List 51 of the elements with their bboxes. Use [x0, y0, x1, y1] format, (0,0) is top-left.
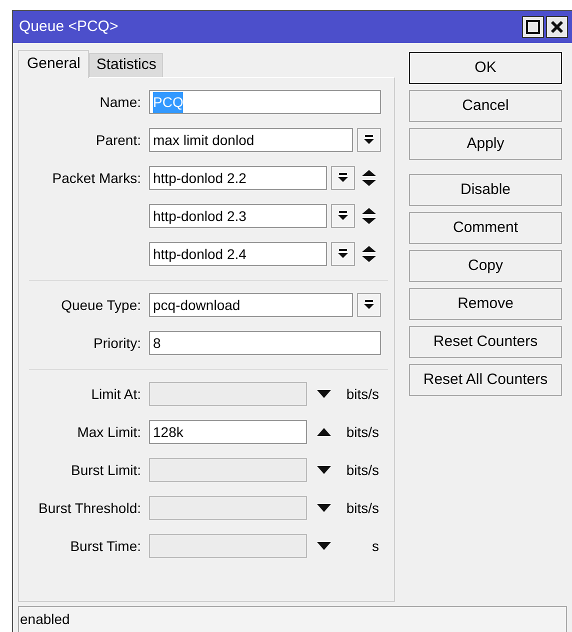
close-button[interactable]	[546, 16, 568, 38]
input-field[interactable]: http-donlod 2.2	[149, 166, 327, 190]
field-label: Limit At:	[91, 386, 141, 402]
field-label: Name:	[100, 94, 141, 110]
dialog-button[interactable]: Copy	[409, 250, 562, 282]
maximize-button[interactable]	[522, 16, 544, 38]
sort-arrows-icon[interactable]	[362, 170, 376, 186]
dropdown-arrow-icon	[364, 300, 374, 310]
unit-label: bits/s	[346, 500, 379, 516]
dialog-button[interactable]: Cancel	[409, 90, 562, 122]
dialog-button[interactable]: Comment	[409, 212, 562, 244]
field-label: Max Limit:	[77, 424, 141, 440]
dialog-button[interactable]: Reset Counters	[409, 326, 562, 358]
tab[interactable]: General	[18, 50, 90, 78]
field-label: Parent:	[96, 132, 141, 148]
unit-label: bits/s	[346, 424, 379, 440]
sort-arrows-icon[interactable]	[362, 246, 376, 262]
field-label: Packet Marks:	[52, 170, 141, 186]
input-field[interactable]: 8	[149, 331, 381, 355]
input-field[interactable]: http-donlod 2.4	[149, 242, 327, 266]
field-label: Burst Limit:	[70, 462, 141, 478]
tab[interactable]: Statistics	[89, 53, 164, 77]
field-label: Burst Time:	[70, 538, 141, 554]
dropdown-arrow-icon	[338, 211, 348, 221]
dropdown-arrow-icon	[338, 249, 348, 259]
input-field[interactable]: pcq-download	[149, 293, 353, 317]
dropdown-button[interactable]	[331, 242, 355, 266]
field-label: Queue Type:	[61, 296, 141, 312]
dropdown-arrow-icon	[364, 135, 374, 145]
up-arrow-icon[interactable]	[317, 428, 331, 436]
sort-arrows-icon[interactable]	[362, 208, 376, 224]
dialog-button[interactable]: Apply	[409, 128, 562, 160]
window-title: Queue <PCQ>	[19, 16, 118, 37]
dialog-button[interactable]: Disable	[409, 174, 562, 206]
input-field[interactable]: http-donlod 2.3	[149, 204, 327, 228]
unit-label: s	[372, 538, 379, 554]
dropdown-button[interactable]	[357, 128, 381, 152]
input-field[interactable]: 128k	[149, 420, 307, 444]
field-label: Priority:	[94, 334, 141, 350]
field-label: Burst Threshold:	[38, 500, 141, 516]
dropdown-button[interactable]	[331, 166, 355, 190]
unit-label: bits/s	[346, 462, 379, 478]
dialog-button[interactable]: Reset All Counters	[409, 364, 562, 396]
unit-label: bits/s	[346, 386, 379, 402]
dialog-button[interactable]: Remove	[409, 288, 562, 320]
status-text: enabled	[20, 610, 70, 629]
dropdown-button[interactable]	[331, 204, 355, 228]
input-field[interactable]: max limit donlod	[149, 128, 353, 152]
dropdown-button[interactable]	[357, 293, 381, 317]
dialog-button[interactable]: OK	[409, 52, 562, 84]
dropdown-arrow-icon	[338, 173, 348, 183]
